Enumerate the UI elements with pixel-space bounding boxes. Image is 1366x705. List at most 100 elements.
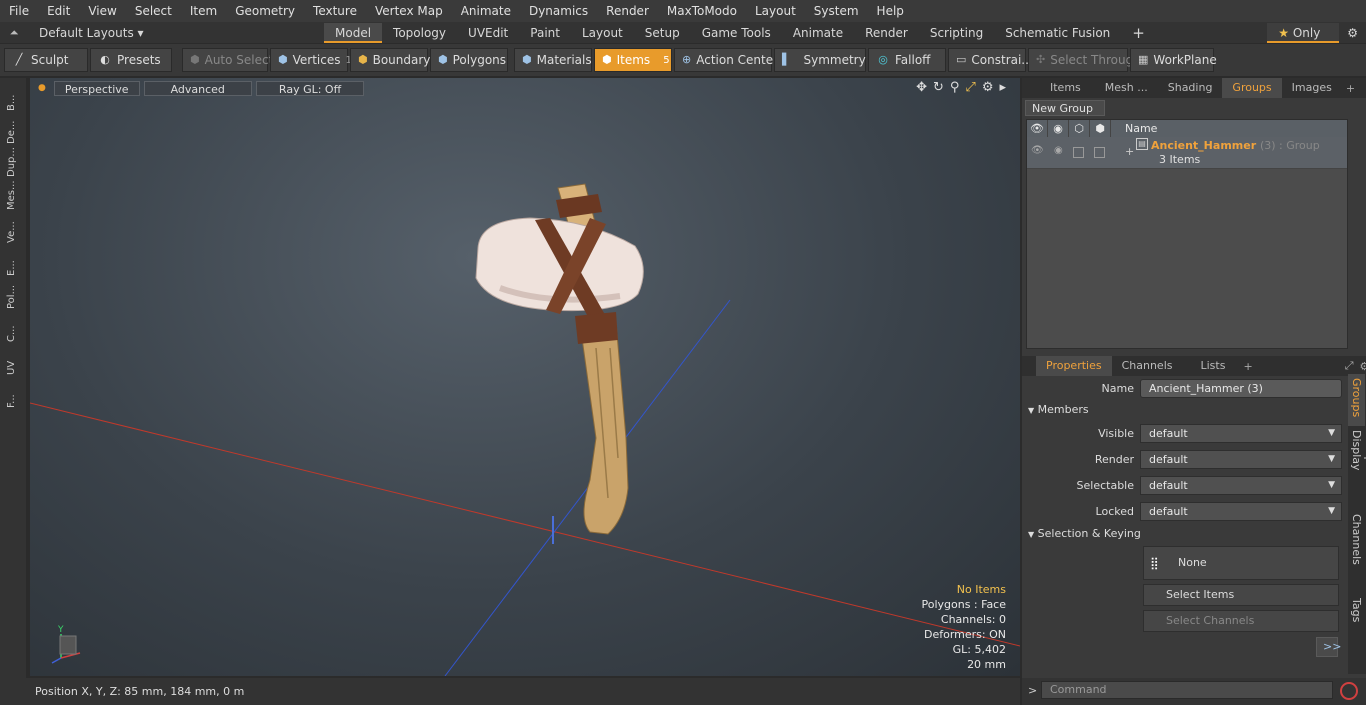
row-visibility-icon[interactable]: 👁 [1031,145,1044,156]
rotate-icon[interactable]: ↻ [933,80,944,95]
tab-scripting[interactable]: Scripting [919,23,994,43]
boundary-button[interactable]: ⬢ Boundary [350,48,430,72]
tab-images[interactable]: Images [1282,78,1342,98]
menu-vertex-map[interactable]: Vertex Map [366,0,452,22]
tab-topology[interactable]: Topology [382,23,457,43]
layout-selector[interactable]: Default Layouts ▾ [28,23,324,43]
menu-file[interactable]: File [0,0,38,22]
constraints-button[interactable]: ▭ Constrai... [948,48,1033,72]
menu-view[interactable]: View [79,0,125,22]
action-center-button[interactable]: ⊕ Action Center [674,48,778,72]
menu-texture[interactable]: Texture [304,0,366,22]
tab-lists[interactable]: Lists [1183,356,1244,376]
side-tab-group-display[interactable]: Group Display [1348,426,1366,510]
menu-maxtomodo[interactable]: MaxToModo [658,0,746,22]
materials-button[interactable]: ⬢ Materials [514,48,592,72]
3d-viewport[interactable]: Y ● Perspective Advanced Ray GL: Off ✥ ↻… [30,78,1020,676]
vertices-button[interactable]: ⬢ Vertices 1 [270,48,352,72]
items-button[interactable]: ⬢ Items 5 [594,48,672,72]
auto-select-button[interactable]: ⬢ Auto Select [182,48,273,72]
layout-gear-icon[interactable]: ⚙ [1339,23,1366,43]
left-tab-mesh[interactable]: Mes... [6,180,17,210]
select-through-button[interactable]: ✣ Select Through [1028,48,1141,72]
props-expand-icon[interactable]: ⤢ [1345,359,1354,373]
left-tab-basic[interactable]: B... [6,81,17,111]
members-section[interactable]: ▼ Members [1028,403,1089,416]
left-tab-uv[interactable]: UV [6,345,17,375]
left-tab-polygon[interactable]: Pol... [6,279,17,309]
zoom-icon[interactable]: ⚲ [950,80,960,95]
right-top-add-icon[interactable]: + [1346,82,1355,95]
new-group-button[interactable]: New Group [1025,100,1105,116]
render-dropdown[interactable]: default ▼ [1140,449,1342,469]
row-select-checkbox[interactable] [1094,147,1105,158]
left-tab-fusion[interactable]: F... [6,378,17,408]
sculpt-button[interactable]: ╱ Sculpt [4,48,88,72]
side-tab-groups[interactable]: Groups [1348,374,1365,426]
side-tab-tags[interactable]: Tags [1348,594,1365,630]
command-input[interactable]: Command [1041,681,1333,699]
tab-setup[interactable]: Setup [634,23,691,43]
menu-select[interactable]: Select [126,0,181,22]
viewport-gear-icon[interactable]: ⚙ [982,80,994,95]
pan-icon[interactable]: ✥ [916,80,927,95]
props-gear-icon[interactable]: ⚙ [1360,360,1366,373]
record-icon[interactable] [1340,682,1358,700]
menu-dynamics[interactable]: Dynamics [520,0,597,22]
viewport-dot-icon[interactable]: ● [38,83,46,93]
row-lock-checkbox[interactable] [1073,147,1084,158]
left-tab-vertex[interactable]: Ve... [6,213,17,243]
left-tab-curve[interactable]: C... [6,312,17,342]
tab-layout[interactable]: Layout [571,23,634,43]
groups-scrollbar[interactable] [1351,119,1361,349]
tab-groups[interactable]: Groups [1222,78,1282,98]
lock-col-icon[interactable]: ⬡ [1069,120,1090,137]
menu-item[interactable]: Item [181,0,226,22]
menu-edit[interactable]: Edit [38,0,79,22]
tab-channels[interactable]: Channels [1112,356,1183,376]
tab-mesh[interactable]: Mesh ... [1095,78,1158,98]
left-tab-deform[interactable]: De... [6,114,17,144]
left-tab-edge[interactable]: E... [6,246,17,276]
tab-game-tools[interactable]: Game Tools [691,23,782,43]
name-col-header[interactable]: Name [1111,122,1157,135]
tab-model[interactable]: Model [324,22,383,43]
menu-render[interactable]: Render [597,0,658,22]
more-button[interactable]: >> [1316,637,1341,657]
row-expand-icon[interactable]: + [1125,145,1134,158]
menu-geometry[interactable]: Geometry [226,0,304,22]
select-items-button[interactable]: Select Items [1143,584,1339,606]
only-toggle[interactable]: ★ Only [1267,22,1340,43]
viewport-more-icon[interactable]: ▸ [999,80,1006,95]
tab-animate[interactable]: Animate [782,23,854,43]
raygl-button[interactable]: Ray GL: Off [255,80,365,96]
visibility-col-icon[interactable]: 👁 [1027,120,1048,137]
shading-mode-button[interactable]: Advanced [143,80,252,96]
side-tab-user-channels[interactable]: User Channels [1348,510,1366,594]
selectable-dropdown[interactable]: default ▼ [1140,475,1342,495]
presets-button[interactable]: ◐ Presets [90,48,172,72]
tab-uvedit[interactable]: UVEdit [457,23,519,43]
tab-paint[interactable]: Paint [519,23,571,43]
selection-keying-section[interactable]: ▼ Selection & Keying [1028,527,1141,540]
tab-items[interactable]: Items [1036,78,1095,98]
layouts-arrow-icon[interactable]: ⏶ [0,26,28,40]
locked-dropdown[interactable]: default ▼ [1140,501,1342,521]
polygons-button[interactable]: ⬢ Polygons [430,48,508,72]
tab-properties[interactable]: Properties [1036,356,1112,376]
group-row-ancient-hammer[interactable]: 👁 ◉ + ▤ Ancient_Hammer (3) : Group 3 Ite… [1027,137,1347,169]
maximize-icon[interactable]: ⤢ [965,80,975,95]
symmetry-button[interactable]: ▌ Symmetry [774,48,866,72]
menu-system[interactable]: System [805,0,868,22]
name-field[interactable]: Ancient_Hammer (3) [1140,378,1342,398]
select-channels-button[interactable]: Select Channels [1143,610,1339,632]
row-render-icon[interactable]: ◉ [1054,145,1063,156]
workplane-button[interactable]: ▦ WorkPlane [1130,48,1217,72]
menu-animate[interactable]: Animate [452,0,520,22]
tab-render[interactable]: Render [854,23,919,43]
tab-schematic-fusion[interactable]: Schematic Fusion [994,23,1121,43]
menu-layout[interactable]: Layout [746,0,805,22]
render-col-icon[interactable]: ◉ [1048,120,1069,137]
visible-dropdown[interactable]: default ▼ [1140,423,1342,443]
none-button[interactable]: ⣿ None [1143,546,1339,580]
